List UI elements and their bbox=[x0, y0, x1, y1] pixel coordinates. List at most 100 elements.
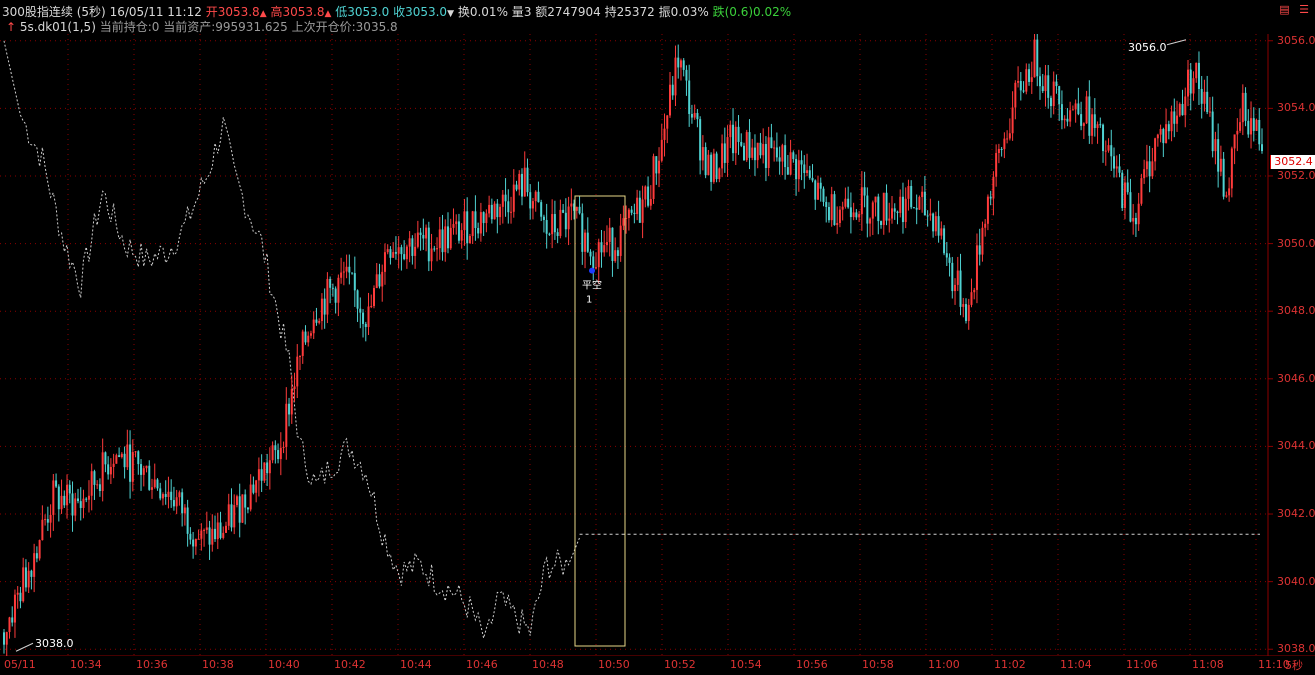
candle-body bbox=[101, 452, 104, 491]
candle-body bbox=[359, 308, 362, 313]
candle-body bbox=[104, 452, 107, 465]
candle-body bbox=[817, 182, 819, 200]
time-tick-label: 10:56 bbox=[796, 658, 828, 671]
time-tick-label: 10:50 bbox=[598, 658, 630, 671]
candle-body bbox=[671, 84, 674, 96]
candle-body bbox=[33, 553, 36, 577]
candle-body bbox=[98, 484, 101, 491]
time-tick-label: 10:42 bbox=[334, 658, 366, 671]
candle-body bbox=[948, 257, 951, 263]
candle-body bbox=[3, 632, 5, 645]
candle-body bbox=[172, 500, 175, 507]
candle-body bbox=[986, 196, 989, 224]
candle-body bbox=[378, 274, 381, 287]
candle-body bbox=[910, 186, 913, 208]
candle-body bbox=[471, 211, 474, 237]
price-tick-label: 3056.0 bbox=[1277, 33, 1315, 47]
candle-body bbox=[71, 493, 74, 516]
candle-body bbox=[918, 197, 921, 210]
candle-body bbox=[66, 484, 69, 506]
candle-body bbox=[830, 194, 833, 221]
candle-body bbox=[288, 403, 291, 415]
candle-body bbox=[1011, 107, 1014, 134]
candle-body bbox=[77, 498, 79, 502]
candle-body bbox=[323, 298, 326, 315]
candle-body bbox=[153, 479, 156, 488]
candle-body bbox=[614, 250, 617, 262]
candle-body bbox=[551, 214, 554, 235]
candle-body bbox=[452, 224, 455, 228]
time-tick-label: 11:02 bbox=[994, 658, 1026, 671]
position-value: 0 bbox=[151, 20, 160, 34]
candle-body bbox=[674, 57, 677, 96]
candle-body bbox=[1126, 182, 1129, 193]
candle-body bbox=[68, 484, 71, 494]
candle-body bbox=[962, 304, 965, 307]
candle-body bbox=[995, 153, 998, 177]
candle-body bbox=[422, 234, 425, 239]
candle-body bbox=[669, 84, 671, 116]
candle-body bbox=[1093, 114, 1096, 129]
candle-body bbox=[1060, 104, 1063, 121]
candle-body bbox=[770, 137, 773, 149]
candle-body bbox=[1244, 92, 1247, 121]
candle-body bbox=[704, 147, 707, 176]
candle-body bbox=[1189, 69, 1192, 94]
candle-body bbox=[203, 529, 206, 531]
candle-body bbox=[1258, 119, 1261, 145]
high-annotation-line bbox=[1166, 39, 1187, 46]
toolbar-icon[interactable]: ▤ bbox=[1279, 3, 1289, 16]
instrument-name: 300股指连续 bbox=[2, 5, 73, 19]
candle-body bbox=[723, 143, 726, 163]
candle-body bbox=[142, 468, 145, 475]
candle-body bbox=[540, 202, 543, 217]
candle-body bbox=[595, 267, 597, 269]
strategy-arrow-icon: ↑ bbox=[6, 20, 17, 34]
candle-body bbox=[586, 232, 589, 252]
time-tick-label: 10:52 bbox=[664, 658, 696, 671]
candle-body bbox=[759, 142, 762, 156]
candle-body bbox=[715, 153, 718, 180]
candle-body bbox=[726, 137, 729, 163]
candle-body bbox=[52, 480, 55, 515]
candle-body bbox=[235, 496, 238, 506]
candle-body bbox=[170, 491, 173, 501]
candle-body bbox=[608, 227, 611, 243]
open-interest-label: 持 bbox=[604, 5, 617, 19]
candle-body bbox=[592, 256, 595, 269]
candle-body bbox=[225, 525, 227, 533]
candle-body bbox=[60, 495, 63, 510]
candle-body bbox=[1211, 111, 1214, 152]
candle-body bbox=[320, 298, 323, 322]
candle-body bbox=[891, 208, 893, 219]
candle-body bbox=[362, 312, 365, 324]
price-chart[interactable]: 平空 1 3056.0 3038.0 bbox=[0, 34, 1315, 656]
candle-body bbox=[257, 469, 260, 481]
candle-body bbox=[1047, 75, 1050, 98]
time-tick-label: 11:08 bbox=[1192, 658, 1224, 671]
candle-body bbox=[1134, 217, 1137, 225]
candle-body bbox=[164, 494, 167, 497]
candle-body bbox=[507, 201, 510, 213]
candle-body bbox=[444, 226, 447, 253]
candle-body bbox=[1052, 81, 1055, 107]
low-annotation-line bbox=[15, 642, 34, 652]
candle-body bbox=[929, 213, 932, 216]
candle-body bbox=[616, 250, 619, 256]
candle-body bbox=[370, 306, 373, 308]
candle-body bbox=[230, 504, 233, 528]
strategy-name[interactable]: 5s.dk01(1,5) bbox=[20, 20, 96, 34]
candle-body bbox=[1033, 39, 1036, 78]
candle-body bbox=[660, 139, 663, 161]
candle-body bbox=[466, 211, 469, 244]
candle-body bbox=[1208, 111, 1211, 113]
candle-body bbox=[260, 469, 263, 481]
candle-body bbox=[803, 164, 806, 174]
candle-body bbox=[246, 507, 249, 510]
candle-body bbox=[1088, 96, 1091, 136]
menu-icon[interactable]: ☰ bbox=[1299, 3, 1309, 16]
candle-body bbox=[1148, 161, 1151, 177]
candle-body bbox=[433, 248, 436, 250]
axis-period-label[interactable]: 5秒 bbox=[1285, 657, 1303, 673]
candle-body bbox=[1107, 145, 1110, 151]
